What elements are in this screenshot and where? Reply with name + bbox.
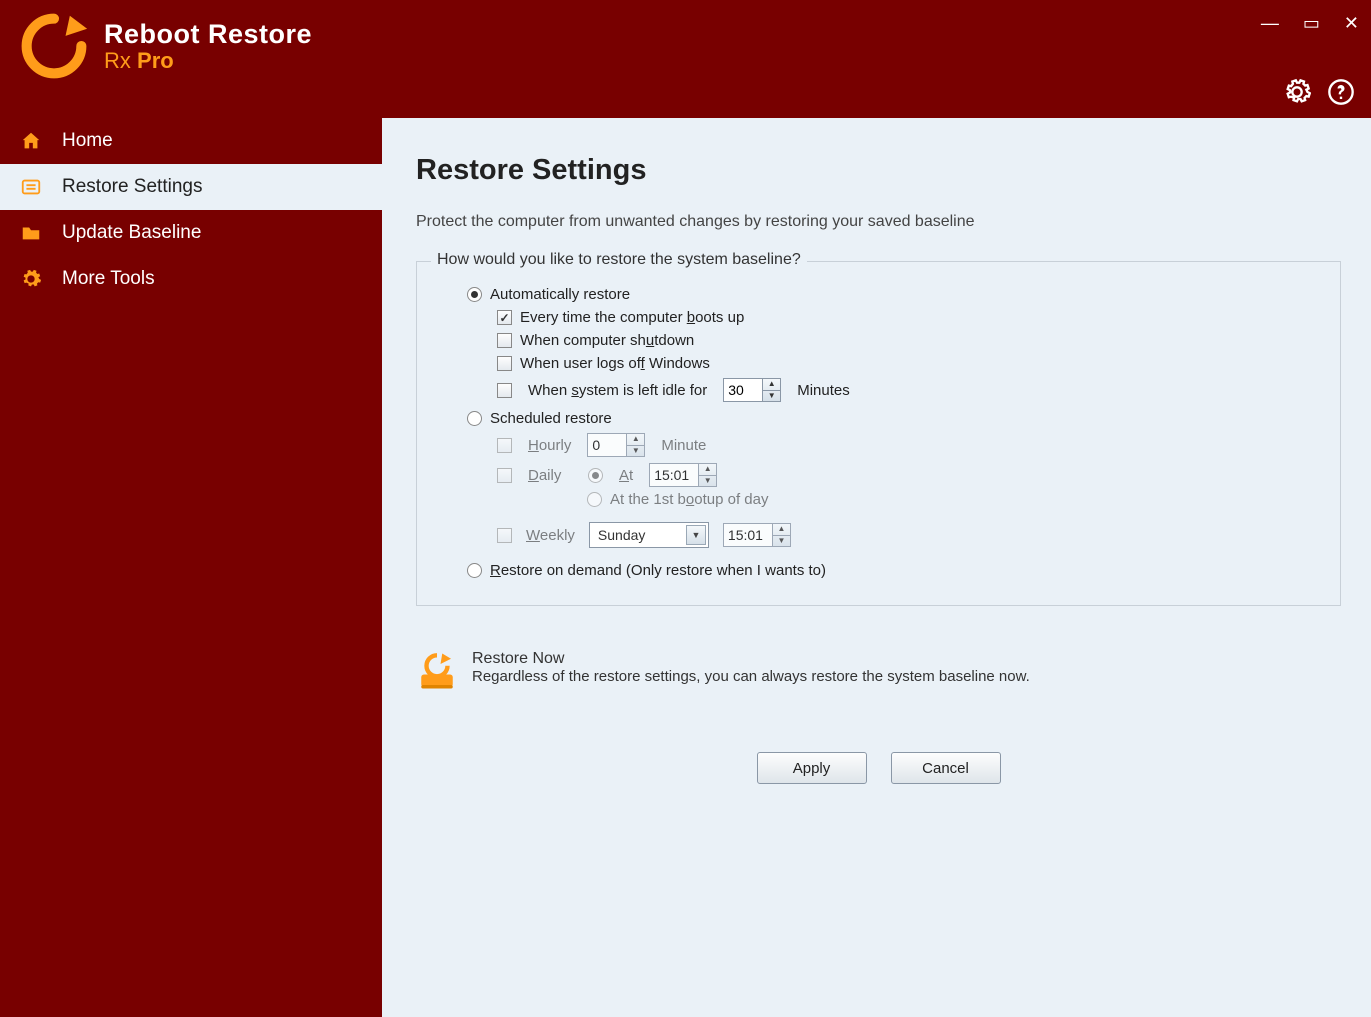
gear-icon	[20, 268, 42, 290]
radio-on-demand[interactable]	[467, 563, 482, 578]
close-button[interactable]: ✕	[1344, 14, 1359, 32]
spinner-down-icon[interactable]: ▼	[763, 391, 780, 402]
daily-time-spinner[interactable]: ▲▼	[649, 463, 717, 487]
sidebar-item-update-baseline[interactable]: Update Baseline	[0, 210, 382, 256]
page-title: Restore Settings	[416, 154, 1341, 187]
spinner-down-icon[interactable]: ▼	[627, 446, 644, 457]
weekly-day-value: Sunday	[598, 527, 645, 543]
radio-daily-first-boot[interactable]	[587, 492, 602, 507]
checkbox-on-boot[interactable]	[497, 310, 512, 325]
sidebar-item-restore-settings[interactable]: Restore Settings	[0, 164, 382, 210]
restore-now-link[interactable]: Restore Now	[472, 650, 1030, 668]
cancel-button[interactable]: Cancel	[891, 752, 1001, 784]
label-daily: Daily	[528, 467, 572, 484]
spinner-up-icon[interactable]: ▲	[699, 464, 716, 476]
checkbox-on-shutdown[interactable]	[497, 333, 512, 348]
help-icon[interactable]	[1327, 78, 1355, 106]
restore-now-section: Restore Now Regardless of the restore se…	[416, 650, 1341, 692]
checkbox-weekly[interactable]	[497, 528, 512, 543]
restore-now-icon	[416, 650, 458, 692]
label-at: At	[619, 467, 633, 484]
radio-daily-at[interactable]	[588, 468, 603, 483]
radio-auto-restore[interactable]	[467, 287, 482, 302]
label-hourly: Hourly	[528, 437, 571, 454]
hourly-minute-spinner[interactable]: ▲▼	[587, 433, 645, 457]
checkbox-on-logoff[interactable]	[497, 356, 512, 371]
sidebar-item-label: Restore Settings	[62, 176, 202, 198]
sidebar-item-home[interactable]: Home	[0, 118, 382, 164]
sidebar-item-label: Update Baseline	[62, 222, 201, 244]
weekly-time-spinner[interactable]: ▲▼	[723, 523, 791, 547]
label-auto-restore: Automatically restore	[490, 286, 630, 303]
home-icon	[20, 130, 42, 152]
sidebar: Home Restore Settings Update Baseline Mo…	[0, 118, 382, 1017]
maximize-button[interactable]: ▭	[1303, 14, 1320, 32]
weekly-time-input[interactable]	[724, 524, 772, 546]
label-on-demand: Restore on demand (Only restore when I w…	[490, 562, 826, 579]
weekly-day-dropdown[interactable]: Sunday ▼	[589, 522, 709, 548]
idle-minutes-input[interactable]	[724, 379, 762, 401]
folder-icon	[20, 222, 42, 244]
apply-button[interactable]: Apply	[757, 752, 867, 784]
logo-icon	[18, 10, 90, 82]
label-on-boot: Every time the computer boots up	[520, 309, 744, 326]
label-on-shutdown: When computer shutdown	[520, 332, 694, 349]
spinner-up-icon[interactable]: ▲	[763, 379, 780, 391]
minimize-button[interactable]: —	[1261, 14, 1279, 32]
checkbox-hourly[interactable]	[497, 438, 512, 453]
restore-now-subtitle: Regardless of the restore settings, you …	[472, 668, 1030, 685]
label-first-boot: At the 1st bootup of day	[610, 491, 768, 508]
spinner-up-icon[interactable]: ▲	[773, 524, 790, 536]
label-minutes: Minutes	[797, 382, 850, 399]
label-on-logoff: When user logs off Windows	[520, 355, 710, 372]
checkbox-daily[interactable]	[497, 468, 512, 483]
logo-line2: Rx Pro	[104, 49, 312, 72]
spinner-down-icon[interactable]: ▼	[773, 536, 790, 547]
sidebar-item-label: More Tools	[62, 268, 155, 290]
daily-time-input[interactable]	[650, 464, 698, 486]
main-panel: Restore Settings Protect the computer fr…	[382, 118, 1371, 1017]
sidebar-item-more-tools[interactable]: More Tools	[0, 256, 382, 302]
label-scheduled-restore: Scheduled restore	[490, 410, 612, 427]
settings-icon[interactable]	[1283, 78, 1311, 106]
radio-scheduled-restore[interactable]	[467, 411, 482, 426]
sidebar-item-label: Home	[62, 130, 113, 152]
checkbox-on-idle[interactable]	[497, 383, 512, 398]
fieldset-legend: How would you like to restore the system…	[431, 251, 807, 269]
logo-line1: Reboot Restore	[104, 20, 312, 48]
label-weekly: Weekly	[526, 527, 575, 544]
spinner-up-icon[interactable]: ▲	[627, 434, 644, 446]
label-on-idle: When system is left idle for	[528, 382, 707, 399]
label-minute: Minute	[661, 437, 706, 454]
restore-settings-icon	[20, 176, 42, 198]
spinner-down-icon[interactable]: ▼	[699, 476, 716, 487]
restore-mode-fieldset: How would you like to restore the system…	[416, 261, 1341, 606]
app-logo: Reboot Restore Rx Pro	[18, 10, 312, 82]
idle-minutes-spinner[interactable]: ▲▼	[723, 378, 781, 402]
chevron-down-icon[interactable]: ▼	[686, 525, 706, 545]
page-subtitle: Protect the computer from unwanted chang…	[416, 213, 1341, 231]
hourly-minute-input[interactable]	[588, 434, 626, 456]
